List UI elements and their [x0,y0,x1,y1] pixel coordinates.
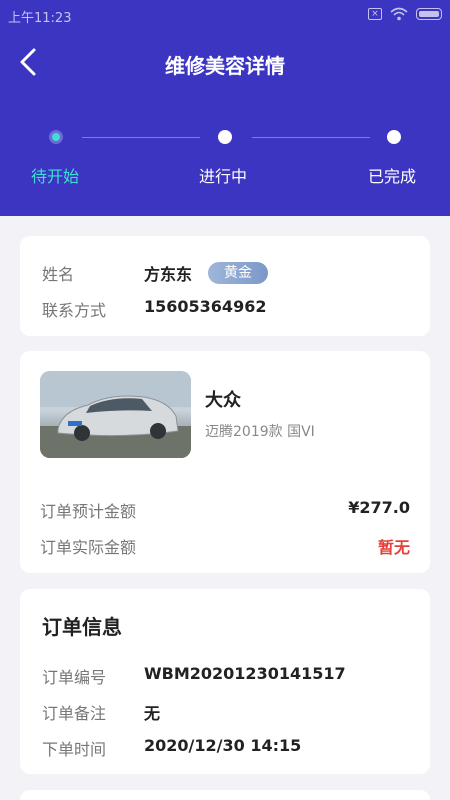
status-bar: 上午11:23 × [0,0,450,30]
vehicle-card: 大众 迈腾2019款 国VI 订单预计金额 ¥277.0 订单实际金额 暂无 [20,351,430,573]
sim-icon: × [368,8,382,20]
order-remark-label: 订单备注 [42,704,107,723]
status-time: 上午11:23 [8,11,72,26]
contact-label: 联系方式 [42,301,107,320]
actual-amount-label: 订单实际金额 [40,538,137,557]
step-label-completed: 已完成 [368,167,417,186]
step-label-pending: 待开始 [31,167,80,186]
order-number-label: 订单编号 [42,668,107,687]
estimated-amount-value: ¥277.0 [348,498,410,517]
status-icons: × [368,7,442,21]
step-label-in-progress: 进行中 [199,167,248,186]
page-title: 维修美容详情 [165,54,285,78]
order-info-title: 订单信息 [42,615,122,639]
order-info-card: 订单信息 订单编号 WBM20201230141517 订单备注 无 下单时间 … [20,589,430,774]
page-header: 上午11:23 × 维修美容详情 待开始 进行中 已完成 [0,0,450,216]
member-level-badge: 黄金 [208,262,268,284]
car-model: 迈腾2019款 国VI [205,424,315,440]
step-dot-in-progress [218,130,232,144]
next-card [20,790,430,800]
order-time-label: 下单时间 [42,740,107,759]
name-label: 姓名 [42,265,75,284]
car-image [40,371,191,458]
step-dot-pending [49,130,63,144]
actual-amount-value: 暂无 [377,538,410,557]
wifi-icon [390,7,408,21]
step-connector [82,137,200,138]
battery-icon [416,8,442,20]
car-brand: 大众 [205,390,241,411]
customer-card: 姓名 方东东 黄金 联系方式 15605364962 [20,236,430,336]
order-remark: 无 [144,704,161,723]
step-dot-completed [387,130,401,144]
estimated-amount-label: 订单预计金额 [40,502,137,521]
progress-stepper: 待开始 进行中 已完成 [0,125,450,195]
step-connector [252,137,370,138]
phone-number[interactable]: 15605364962 [144,297,266,316]
order-time: 2020/12/30 14:15 [144,736,302,755]
order-number: WBM20201230141517 [144,664,346,683]
customer-name: 方东东 [144,265,193,284]
